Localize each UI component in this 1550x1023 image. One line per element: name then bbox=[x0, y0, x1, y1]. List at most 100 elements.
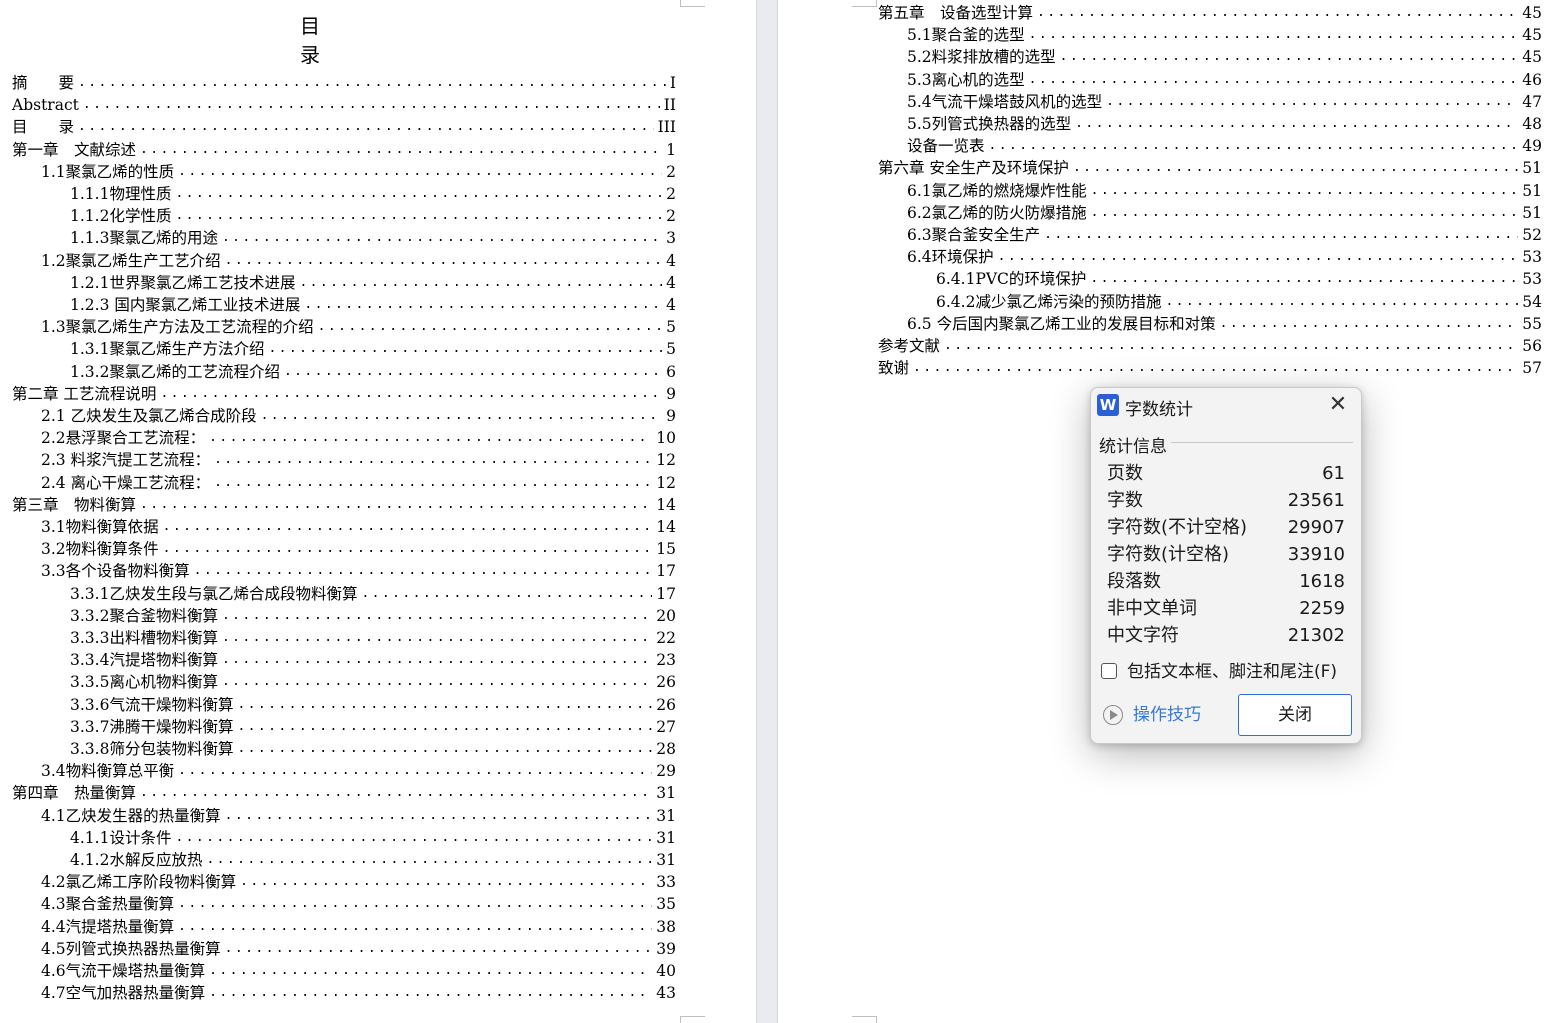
toc-entry-title: 5.3离心机的选型 bbox=[907, 70, 1025, 89]
toc-entry-title: 3.3.3出料槽物料衡算 bbox=[70, 629, 218, 647]
toc-entry[interactable]: 1.2.3 国内聚氯乙烯工业技术进展 4 bbox=[70, 292, 676, 314]
toc-leader-dots bbox=[1091, 182, 1519, 200]
toc-entry[interactable]: 第一章 文献综述 1 bbox=[12, 137, 676, 159]
toc-entry[interactable]: 摘 要I bbox=[12, 70, 676, 92]
toc-entry[interactable]: 3.3各个设备物料衡算 17 bbox=[41, 558, 676, 580]
toc-entry[interactable]: 3.3.1乙炔发生段与氯乙烯合成段物料衡算 17 bbox=[70, 581, 676, 603]
toc-entry[interactable]: 参考文献 56 bbox=[878, 333, 1542, 355]
toc-entry[interactable]: 4.3聚合釜热量衡算 35 bbox=[41, 891, 676, 913]
toc-entry[interactable]: 6.3聚合釜安全生产 52 bbox=[907, 222, 1542, 244]
toc-entry-title: 3.3各个设备物料衡算 bbox=[41, 562, 190, 581]
toc-entry-page: 4 bbox=[666, 273, 676, 292]
toc-entry[interactable]: 设备一览表 49 bbox=[907, 133, 1542, 155]
toc-entry[interactable]: 6.4.2减少氯乙烯污染的预防措施 54 bbox=[936, 289, 1542, 311]
toc-leader-dots bbox=[209, 429, 652, 447]
toc-entry[interactable]: 5.5列管式换热器的选型 48 bbox=[907, 111, 1542, 133]
toc-entry[interactable]: 第三章 物料衡算 14 bbox=[12, 492, 676, 514]
toc-entry[interactable]: 4.2氯乙烯工序阶段物料衡算 33 bbox=[41, 869, 676, 891]
toc-entry-page: 14 bbox=[656, 518, 676, 536]
toc-entry[interactable]: 第六章 安全生产及环境保护 51 bbox=[878, 155, 1542, 177]
toc-entry[interactable]: 3.3.8筛分包装物料衡算 28 bbox=[70, 736, 676, 758]
toc-entry-page: 46 bbox=[1522, 70, 1542, 89]
toc-entry-page: II bbox=[663, 96, 676, 115]
toc-entry[interactable]: 5.2料浆排放槽的选型 45 bbox=[907, 44, 1542, 66]
toc-entry[interactable]: 目 录 III bbox=[12, 114, 676, 136]
toc-entry[interactable]: 6.5 今后国内聚氯乙烯工业的发展目标和对策 55 bbox=[907, 311, 1542, 333]
toc-entry-title: 5.2料浆排放槽的选型 bbox=[907, 48, 1056, 67]
toc-entry[interactable]: 6.4.1PVC的环境保护 53 bbox=[936, 266, 1542, 288]
toc-entry-title: 第四章 热量衡算 bbox=[12, 784, 137, 803]
wps-app-icon: W bbox=[1097, 394, 1119, 416]
toc-entry[interactable]: 3.1物料衡算依据 14 bbox=[41, 514, 676, 536]
include-textbox-checkbox[interactable] bbox=[1101, 663, 1117, 679]
toc-entry-title: 第五章 设备选型计算 bbox=[878, 4, 1034, 22]
toc-entry[interactable]: 4.7空气加热器热量衡算 43 bbox=[41, 980, 676, 1002]
dialog-title-bar[interactable]: W 字数统计 ✕ bbox=[1091, 388, 1361, 424]
toc-entry[interactable]: 2.1 乙炔发生及氯乙烯合成阶段 9 bbox=[41, 403, 676, 425]
toc-entry-page: 5 bbox=[666, 318, 676, 337]
tips-label[interactable]: 操作技巧 bbox=[1133, 703, 1201, 727]
stat-row-chars-with-spaces: 字符数(计空格) 33910 bbox=[1107, 542, 1345, 568]
toc-entry-title: 参考文献 bbox=[878, 337, 941, 355]
toc-entry-page: 45 bbox=[1522, 48, 1542, 67]
toc-entry[interactable]: 3.3.4汽提塔物料衡算 23 bbox=[70, 647, 676, 669]
toc-entry[interactable]: 2.4 离心干燥工艺流程： 12 bbox=[41, 470, 676, 492]
toc-leader-dots bbox=[1044, 226, 1518, 244]
toc-leader-dots bbox=[140, 784, 652, 802]
toc-entry[interactable]: 致谢 57 bbox=[878, 355, 1542, 377]
toc-entry[interactable]: 1.2聚氯乙烯生产工艺介绍 4 bbox=[41, 248, 676, 270]
close-button[interactable]: 关闭 bbox=[1238, 694, 1352, 736]
toc-entry[interactable]: 4.1.2水解反应放热 31 bbox=[70, 847, 676, 869]
toc-entry[interactable]: 1.3.2聚氯乙烯的工艺流程介绍 6 bbox=[70, 359, 676, 381]
toc-leader-dots bbox=[163, 518, 653, 536]
toc-entry[interactable]: 1.1.3聚氯乙烯的用途 3 bbox=[70, 225, 676, 247]
toc-entry-page: 5 bbox=[666, 340, 676, 359]
checkbox-label[interactable]: 包括文本框、脚注和尾注(F) bbox=[1127, 660, 1337, 684]
toc-entry[interactable]: Abstract II bbox=[12, 92, 676, 114]
toc-entry[interactable]: 第四章 热量衡算 31 bbox=[12, 780, 676, 802]
toc-entry[interactable]: 4.4汽提塔热量衡算 38 bbox=[41, 914, 676, 936]
toc-entry[interactable]: 5.4气流干燥塔鼓风机的选型 47 bbox=[907, 89, 1542, 111]
toc-entry[interactable]: 4.5列管式换热器热量衡算 39 bbox=[41, 936, 676, 958]
toc-entry[interactable]: 2.2悬浮聚合工艺流程： 10 bbox=[41, 425, 676, 447]
toc-entry-title: 1.1.2化学性质 bbox=[70, 207, 172, 226]
toc-entry[interactable]: 第二章 工艺流程说明 9 bbox=[12, 381, 676, 403]
toc-entry-title: 4.4汽提塔热量衡算 bbox=[41, 917, 175, 936]
toc-leader-dots bbox=[1029, 26, 1519, 44]
toc-entry-page: 39 bbox=[656, 939, 676, 958]
toc-entry[interactable]: 3.4物料衡算总平衡 29 bbox=[41, 758, 676, 780]
page-corner-mark bbox=[680, 0, 705, 7]
toc-entry[interactable]: 第五章 设备选型计算 45 bbox=[878, 0, 1542, 22]
toc-entry[interactable]: 3.3.2聚合釜物料衡算 20 bbox=[70, 603, 676, 625]
toc-entry-title: 4.7空气加热器热量衡算 bbox=[41, 984, 206, 1003]
toc-entry[interactable]: 1.1.1物理性质 2 bbox=[70, 181, 676, 203]
toc-entry[interactable]: 6.1氯乙烯的燃烧爆炸性能 51 bbox=[907, 178, 1542, 200]
toc-entry-page: 35 bbox=[656, 895, 676, 914]
toc-leader-dots bbox=[1220, 315, 1519, 333]
toc-entry[interactable]: 5.3离心机的选型 46 bbox=[907, 67, 1542, 89]
toc-entry-page: 2 bbox=[666, 185, 676, 203]
toc-entry[interactable]: 2.3 料浆汽提工艺流程： 12 bbox=[41, 447, 676, 469]
toc-entry-page: 15 bbox=[656, 540, 676, 559]
toc-entry[interactable]: 3.2物料衡算条件 15 bbox=[41, 536, 676, 558]
toc-entry[interactable]: 3.3.6气流干燥物料衡算 26 bbox=[70, 692, 676, 714]
toc-entry[interactable]: 5.1聚合釜的选型 45 bbox=[907, 22, 1542, 44]
toc-entry[interactable]: 4.6气流干燥塔热量衡算 40 bbox=[41, 958, 676, 980]
toc-entry[interactable]: 4.1.1设计条件 31 bbox=[70, 825, 676, 847]
toc-entry[interactable]: 3.3.3出料槽物料衡算 22 bbox=[70, 625, 676, 647]
toc-entry[interactable]: 1.2.1世界聚氯乙烯工艺技术进展 4 bbox=[70, 270, 676, 292]
stat-value: 1618 bbox=[1299, 571, 1345, 592]
toc-entry[interactable]: 1.1.2化学性质 2 bbox=[70, 203, 676, 225]
stat-row-words: 字数 23561 bbox=[1107, 488, 1345, 514]
close-icon[interactable]: ✕ bbox=[1325, 392, 1351, 418]
toc-entry[interactable]: 1.1聚氯乙烯的性质 2 bbox=[41, 159, 676, 181]
toc-entry[interactable]: 1.3.1聚氯乙烯生产方法介绍 5 bbox=[70, 336, 676, 358]
toc-entry[interactable]: 4.1乙炔发生器的热量衡算 31 bbox=[41, 803, 676, 825]
toc-entry[interactable]: 1.3聚氯乙烯生产方法及工艺流程的介绍 5 bbox=[41, 314, 676, 336]
toc-entry-title: 3.3.1乙炔发生段与氯乙烯合成段物料衡算 bbox=[70, 584, 358, 603]
toc-entry[interactable]: 6.2氯乙烯的防火防爆措施 51 bbox=[907, 200, 1542, 222]
toc-entry[interactable]: 3.3.7沸腾干燥物料衡算 27 bbox=[70, 714, 676, 736]
toc-entry-title: 6.4.1PVC的环境保护 bbox=[936, 270, 1087, 289]
toc-entry[interactable]: 6.4环境保护 53 bbox=[907, 244, 1542, 266]
toc-entry[interactable]: 3.3.5离心机物料衡算 26 bbox=[70, 669, 676, 691]
